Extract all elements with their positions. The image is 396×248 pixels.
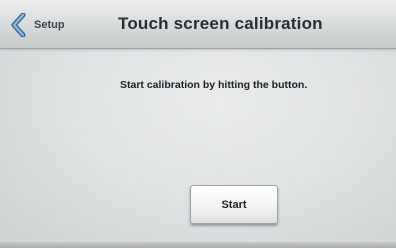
back-button[interactable]: Setup	[10, 11, 65, 39]
start-button[interactable]: Start	[190, 185, 278, 224]
back-label: Setup	[34, 19, 65, 31]
bottom-bezel	[0, 242, 396, 248]
page-title: Touch screen calibration	[118, 14, 323, 33]
calibration-screen: Setup Touch screen calibration Start cal…	[0, 0, 396, 248]
header-bar: Setup Touch screen calibration	[0, 0, 396, 49]
instruction-text: Start calibration by hitting the button.	[120, 79, 308, 91]
chevron-left-icon	[11, 13, 26, 37]
